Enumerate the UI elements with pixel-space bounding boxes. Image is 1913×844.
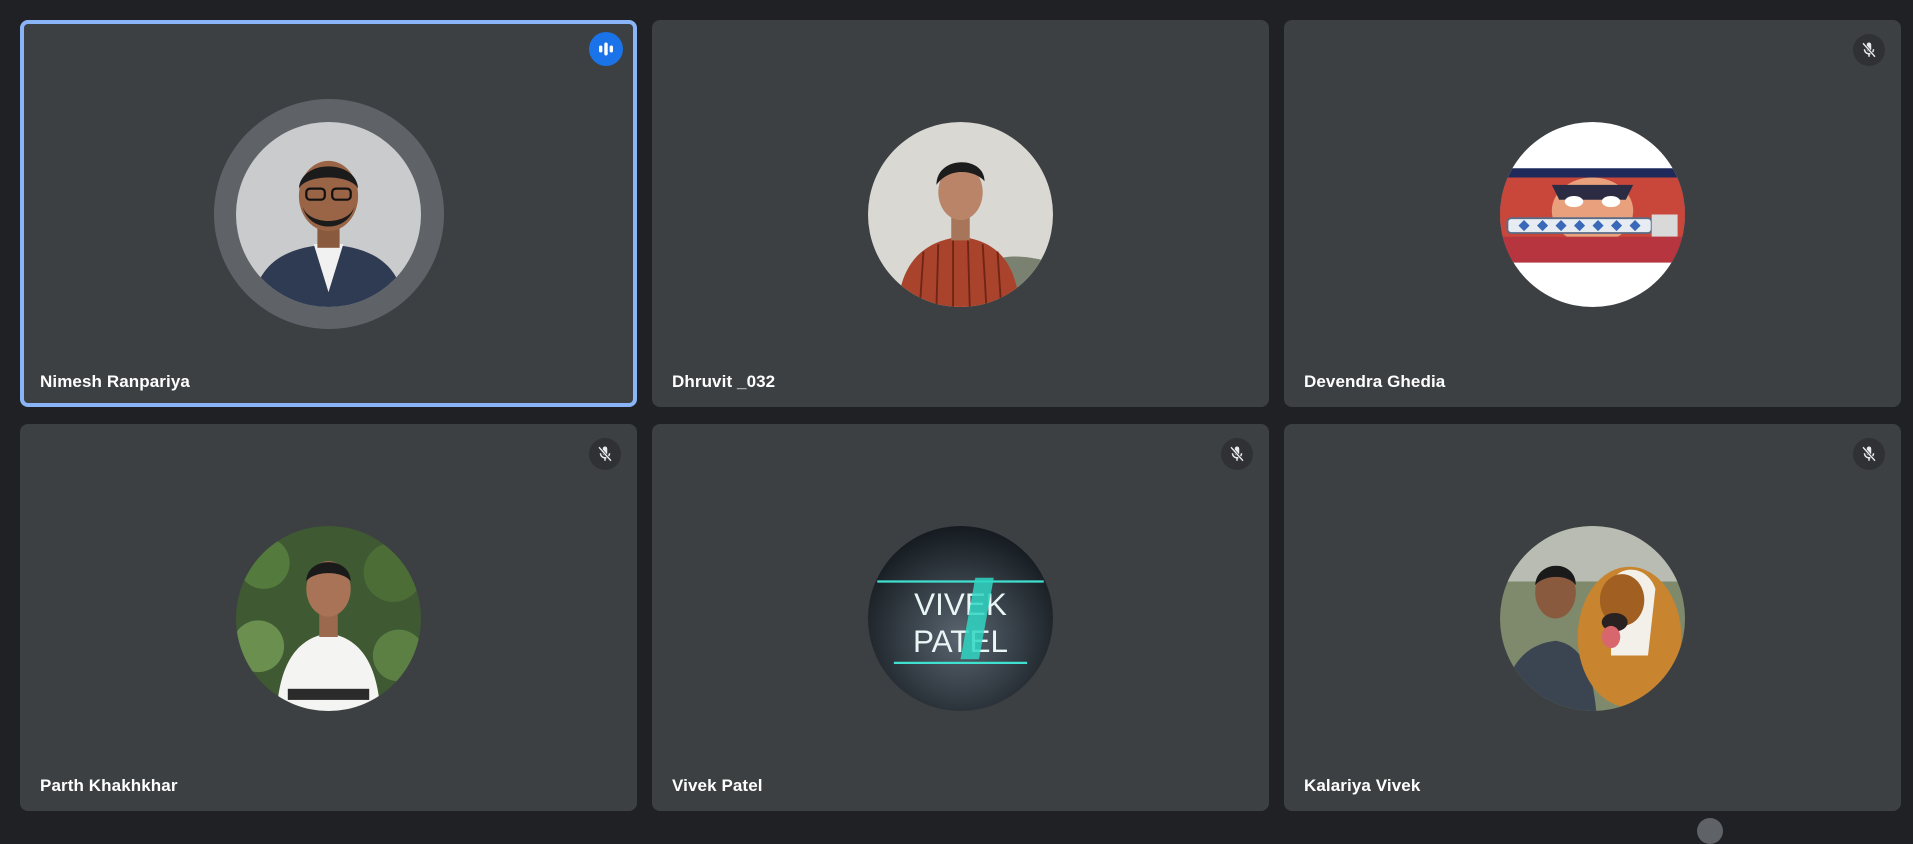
avatar-ring <box>213 99 444 329</box>
participant-tile-devendra-ghedia[interactable]: Devendra Ghedia <box>1284 20 1901 407</box>
participant-tile-kalariya-vivek[interactable]: Kalariya Vivek <box>1284 424 1901 811</box>
mic-off-icon <box>1221 438 1253 470</box>
avatar-photo-suit-man <box>236 121 421 307</box>
svg-text:PATEL: PATEL <box>913 623 1008 658</box>
participant-name: Devendra Ghedia <box>1304 372 1446 391</box>
svg-text:VIVEK: VIVEK <box>914 586 1007 621</box>
avatar-photo-with-dog <box>1500 525 1685 711</box>
avatar-container <box>214 503 444 733</box>
participant-tile-parth-khakhkhar[interactable]: Parth Khakhkhar <box>20 424 637 811</box>
participant-tile-dhruvit-032[interactable]: Dhruvit _032 <box>652 20 1269 407</box>
avatar-container <box>1478 503 1708 733</box>
participant-grid: Nimesh Ranpariya Dhruvit _032 Devendra G… <box>20 20 1901 811</box>
speaking-indicator-icon <box>589 32 623 66</box>
overflow-indicator[interactable] <box>1697 818 1723 844</box>
mic-off-icon <box>1853 34 1885 66</box>
avatar-container <box>846 99 1076 329</box>
participant-tile-vivek-patel[interactable]: VIVEK PATEL Vivek Patel <box>652 424 1269 811</box>
mic-off-icon <box>1853 438 1885 470</box>
mic-off-icon <box>589 438 621 470</box>
avatar-container <box>1478 99 1708 329</box>
avatar-vivek-patel-logo: VIVEK PATEL <box>868 525 1053 711</box>
participant-tile-nimesh-ranpariya[interactable]: Nimesh Ranpariya <box>20 20 637 407</box>
participant-name: Dhruvit _032 <box>672 372 776 391</box>
avatar-container: VIVEK PATEL <box>846 503 1076 733</box>
avatar-photo-white-shirt <box>236 525 421 711</box>
participant-name: Kalariya Vivek <box>1304 776 1421 795</box>
participant-name: Vivek Patel <box>672 776 763 795</box>
participant-name: Nimesh Ranpariya <box>40 372 190 391</box>
avatar-photo-red-shirt <box>868 121 1053 307</box>
participant-name: Parth Khakhkhar <box>40 776 178 795</box>
avatar-anime-character <box>1500 121 1685 307</box>
